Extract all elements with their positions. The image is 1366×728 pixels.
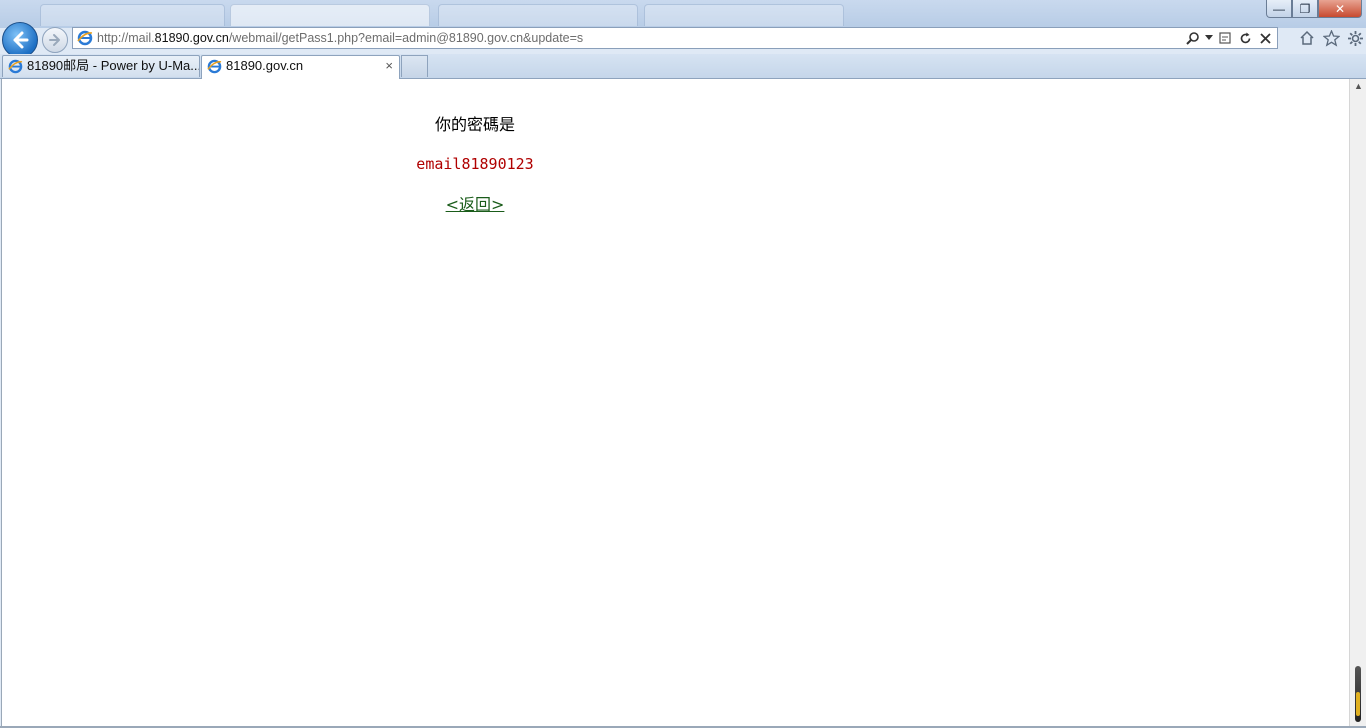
close-icon: ✕	[1334, 1, 1346, 16]
tab-81890-gov-cn[interactable]: 81890.gov.cn ×	[201, 55, 400, 79]
refresh-button[interactable]	[1237, 30, 1253, 46]
tab-label: 81890邮局 - Power by U-Ma...	[27, 58, 200, 73]
password-message: 你的密碼是	[434, 115, 515, 134]
vertical-scrollbar[interactable]: ▲	[1349, 79, 1366, 726]
page-content: 你的密碼是 email81890123 <返回>	[1, 79, 1350, 726]
address-bar[interactable]: http://mail.81890.gov.cn/webmail/getPass…	[72, 27, 1278, 49]
background-tab[interactable]	[230, 4, 430, 26]
back-link[interactable]: <返回>	[446, 191, 505, 215]
stop-icon	[1259, 32, 1271, 44]
tools-button[interactable]	[1346, 29, 1364, 47]
search-dropdown-button[interactable]	[1205, 30, 1213, 46]
minimize-button[interactable]: —	[1266, 0, 1292, 18]
back-arrow-icon	[13, 31, 29, 49]
url-path: /webmail/getPass1.php?email=admin@81890.…	[228, 31, 584, 45]
navigation-bar: http://mail.81890.gov.cn/webmail/getPass…	[0, 22, 1366, 58]
close-tab-icon[interactable]: ×	[385, 56, 393, 76]
gear-icon	[1347, 30, 1363, 46]
address-tools	[1185, 29, 1273, 47]
ie-tab-icon	[8, 59, 23, 74]
minimize-icon: —	[1273, 1, 1285, 16]
compatibility-view-button[interactable]	[1217, 30, 1233, 46]
chevron-down-icon	[1205, 35, 1213, 40]
password-value: email81890123	[416, 155, 534, 173]
tab-81890-mail[interactable]: 81890邮局 - Power by U-Ma...	[2, 55, 200, 77]
forward-arrow-icon	[49, 34, 60, 46]
url-prefix: http://mail.	[97, 31, 155, 45]
forward-button[interactable]	[42, 27, 68, 53]
back-button[interactable]	[2, 22, 38, 58]
browser-command-icons	[1298, 29, 1364, 47]
ie-tab-icon	[207, 59, 222, 74]
url-domain: 81890.gov.cn	[154, 31, 229, 45]
tab-label: 81890.gov.cn	[226, 58, 304, 73]
favorites-button[interactable]	[1322, 29, 1340, 47]
window-controls: — ❐ ✕	[1266, 0, 1362, 20]
compatibility-icon	[1219, 32, 1231, 44]
close-window-button[interactable]: ✕	[1318, 0, 1362, 18]
new-tab-button[interactable]	[401, 55, 428, 77]
address-url[interactable]: http://mail.81890.gov.cn/webmail/getPass…	[97, 28, 583, 48]
tab-strip: 81890邮局 - Power by U-Ma... 81890.gov.cn …	[0, 54, 1366, 79]
background-tab[interactable]	[644, 4, 844, 26]
restore-icon: ❐	[1299, 1, 1311, 16]
background-tab[interactable]	[40, 4, 225, 26]
home-icon	[1300, 30, 1314, 45]
home-button[interactable]	[1298, 29, 1316, 47]
search-icon	[1186, 32, 1199, 45]
search-button[interactable]	[1185, 30, 1201, 46]
stop-button[interactable]	[1257, 30, 1273, 46]
ie-page-icon	[77, 30, 93, 46]
scroll-grip[interactable]	[1355, 666, 1361, 722]
password-result-panel: 你的密碼是 email81890123 <返回>	[332, 79, 618, 215]
scroll-up-arrow-icon[interactable]: ▲	[1354, 81, 1363, 91]
star-icon	[1322, 29, 1340, 47]
background-tab[interactable]	[438, 4, 638, 26]
restore-button[interactable]: ❐	[1292, 0, 1318, 18]
refresh-icon	[1240, 32, 1250, 43]
